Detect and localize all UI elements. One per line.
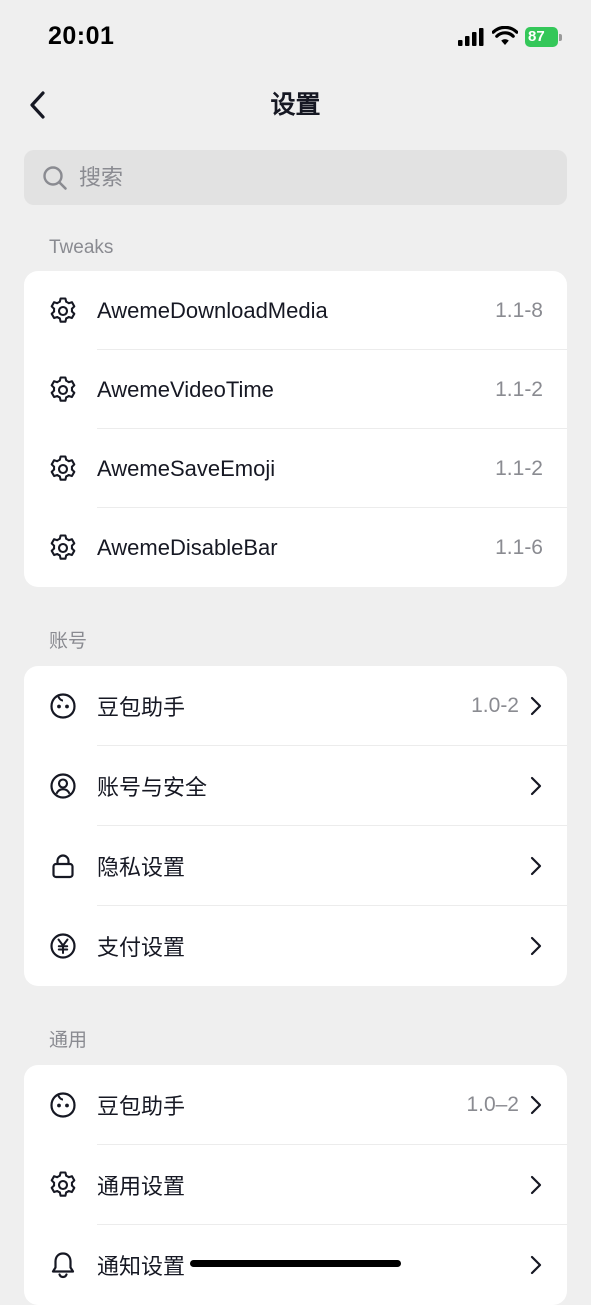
version-value: 1.1-2 xyxy=(495,377,543,401)
general-card: 豆包助手 1.0–2 通用设置 通知设置 xyxy=(24,1065,567,1305)
list-item-label: 通知设置 xyxy=(97,1254,186,1279)
list-item-general-settings[interactable]: 通用设置 xyxy=(24,1145,567,1225)
list-item-payment-settings[interactable]: 支付设置 xyxy=(24,906,567,986)
list-item-doubao-assistant[interactable]: 豆包助手 1.0-2 xyxy=(24,666,567,746)
page-title: 设置 xyxy=(270,91,321,119)
back-button[interactable] xyxy=(18,84,58,126)
lock-icon xyxy=(52,854,74,879)
list-item-label: 豆包助手 xyxy=(97,695,186,720)
search-icon xyxy=(43,166,67,190)
list-item-label: AwemeSaveEmoji xyxy=(97,455,276,481)
home-indicator[interactable] xyxy=(190,1260,401,1267)
list-item-label: 隐私设置 xyxy=(97,855,186,880)
cellular-signal-icon xyxy=(458,28,484,46)
gear-icon xyxy=(50,533,76,560)
gear-icon xyxy=(50,454,76,481)
bot-face-icon xyxy=(50,693,76,719)
list-item-label: AwemeDisableBar xyxy=(97,534,278,560)
gear-icon xyxy=(50,296,76,323)
chevron-right-icon xyxy=(530,936,542,956)
gear-icon xyxy=(50,375,76,402)
list-item-label: 支付设置 xyxy=(97,935,186,960)
list-item-label: AwemeDownloadMedia xyxy=(97,297,328,323)
bell-icon xyxy=(51,1252,75,1279)
chevron-right-icon xyxy=(530,1255,542,1275)
gear-icon xyxy=(50,1171,76,1197)
battery-level: 87 xyxy=(525,27,558,47)
list-item-label: 豆包助手 xyxy=(97,1094,186,1119)
battery-cap xyxy=(559,34,562,41)
user-circle-icon xyxy=(50,773,76,799)
list-item-doubao-assistant[interactable]: 豆包助手 1.0–2 xyxy=(24,1065,567,1145)
list-item-tweak[interactable]: AwemeVideoTime 1.1-2 xyxy=(24,350,567,429)
list-item-label: 通用设置 xyxy=(97,1174,186,1199)
bot-face-icon xyxy=(50,1092,76,1118)
chevron-right-icon xyxy=(530,1175,542,1195)
battery-indicator: 87 xyxy=(525,27,563,47)
chevron-right-icon xyxy=(530,1095,542,1115)
list-item-tweak[interactable]: AwemeSaveEmoji 1.1-2 xyxy=(24,429,567,508)
search-input[interactable]: 搜索 xyxy=(24,150,567,205)
chevron-right-icon xyxy=(530,696,542,716)
section-header-tweaks: Tweaks xyxy=(49,237,114,258)
status-bar: 20:01 87 xyxy=(0,0,591,74)
search-placeholder: 搜索 xyxy=(79,165,124,190)
yen-circle-icon xyxy=(50,933,76,959)
list-item-tweak[interactable]: AwemeDisableBar 1.1-6 xyxy=(24,508,567,587)
version-value: 1.1-6 xyxy=(495,535,543,559)
status-time: 20:01 xyxy=(48,22,115,50)
account-card: 豆包助手 1.0-2 账号与安全 隐私设置 支付设置 xyxy=(24,666,567,986)
list-item-label: 账号与安全 xyxy=(97,775,208,800)
version-value: 1.0-2 xyxy=(471,694,519,717)
wifi-icon xyxy=(492,26,518,45)
section-header-account: 账号 xyxy=(49,631,88,652)
chevron-right-icon xyxy=(530,856,542,876)
list-item-privacy-settings[interactable]: 隐私设置 xyxy=(24,826,567,906)
section-header-general: 通用 xyxy=(49,1030,88,1051)
tweaks-card: AwemeDownloadMedia 1.1-8 AwemeVideoTime … xyxy=(24,271,567,587)
version-value: 1.1-2 xyxy=(495,456,543,480)
list-item-label: AwemeVideoTime xyxy=(97,376,274,402)
version-value: 1.0–2 xyxy=(466,1093,519,1116)
list-item-account-security[interactable]: 账号与安全 xyxy=(24,746,567,826)
chevron-right-icon xyxy=(530,776,542,796)
list-item-tweak[interactable]: AwemeDownloadMedia 1.1-8 xyxy=(24,271,567,350)
version-value: 1.1-8 xyxy=(495,298,543,322)
chevron-left-icon xyxy=(30,91,45,119)
